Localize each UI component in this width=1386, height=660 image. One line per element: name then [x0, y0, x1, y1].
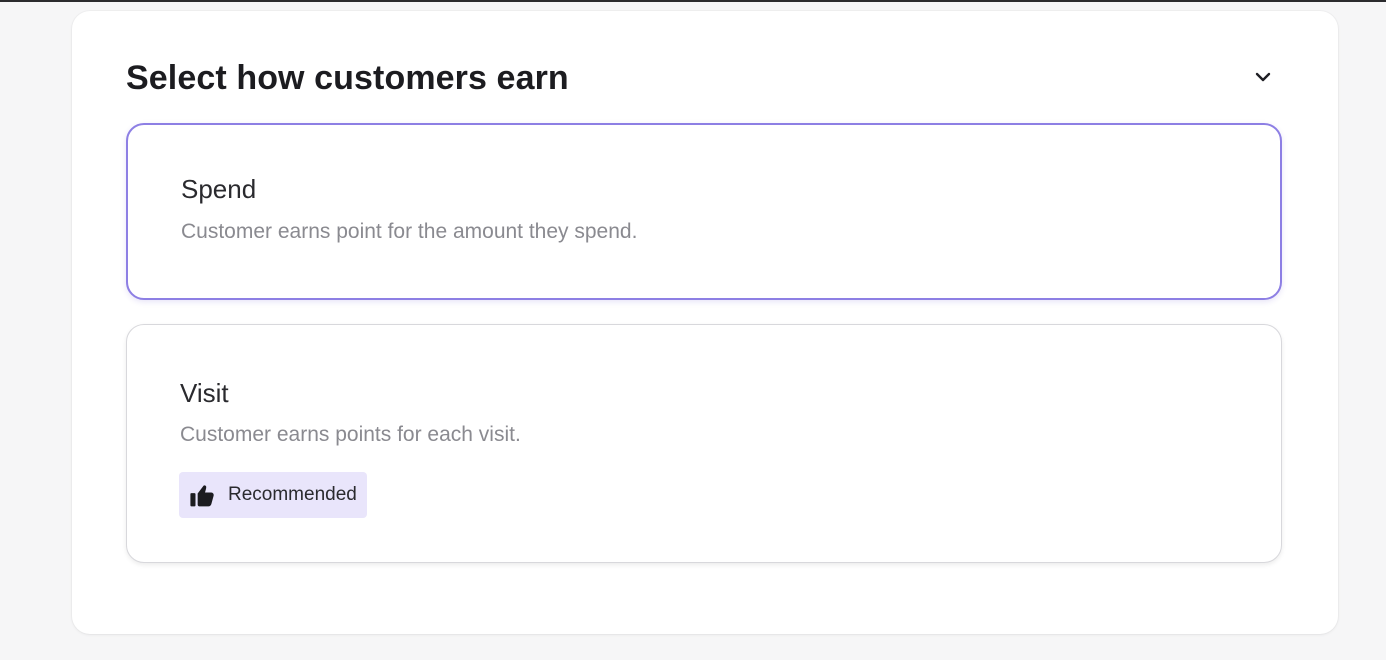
recommended-badge-label: Recommended — [228, 484, 357, 505]
thumbs-up-icon — [188, 481, 217, 510]
spend-option-title: Spend — [181, 174, 257, 204]
collapse-toggle-button[interactable] — [1245, 61, 1281, 97]
chevron-down-icon — [1251, 65, 1275, 94]
panel-title: Select how customers earn — [126, 59, 569, 97]
spend-option-description: Customer earns point for the amount they… — [181, 220, 638, 243]
recommended-badge: Recommended — [179, 472, 367, 518]
visit-option-card[interactable]: Visit Customer earns points for each vis… — [126, 324, 1282, 563]
visit-option-description: Customer earns points for each visit. — [180, 423, 521, 446]
spend-option-card[interactable]: Spend Customer earns point for the amoun… — [126, 123, 1282, 300]
earn-method-panel: Select how customers earn Spend Customer… — [72, 11, 1338, 634]
top-divider — [0, 0, 1386, 2]
visit-option-title: Visit — [180, 378, 229, 408]
